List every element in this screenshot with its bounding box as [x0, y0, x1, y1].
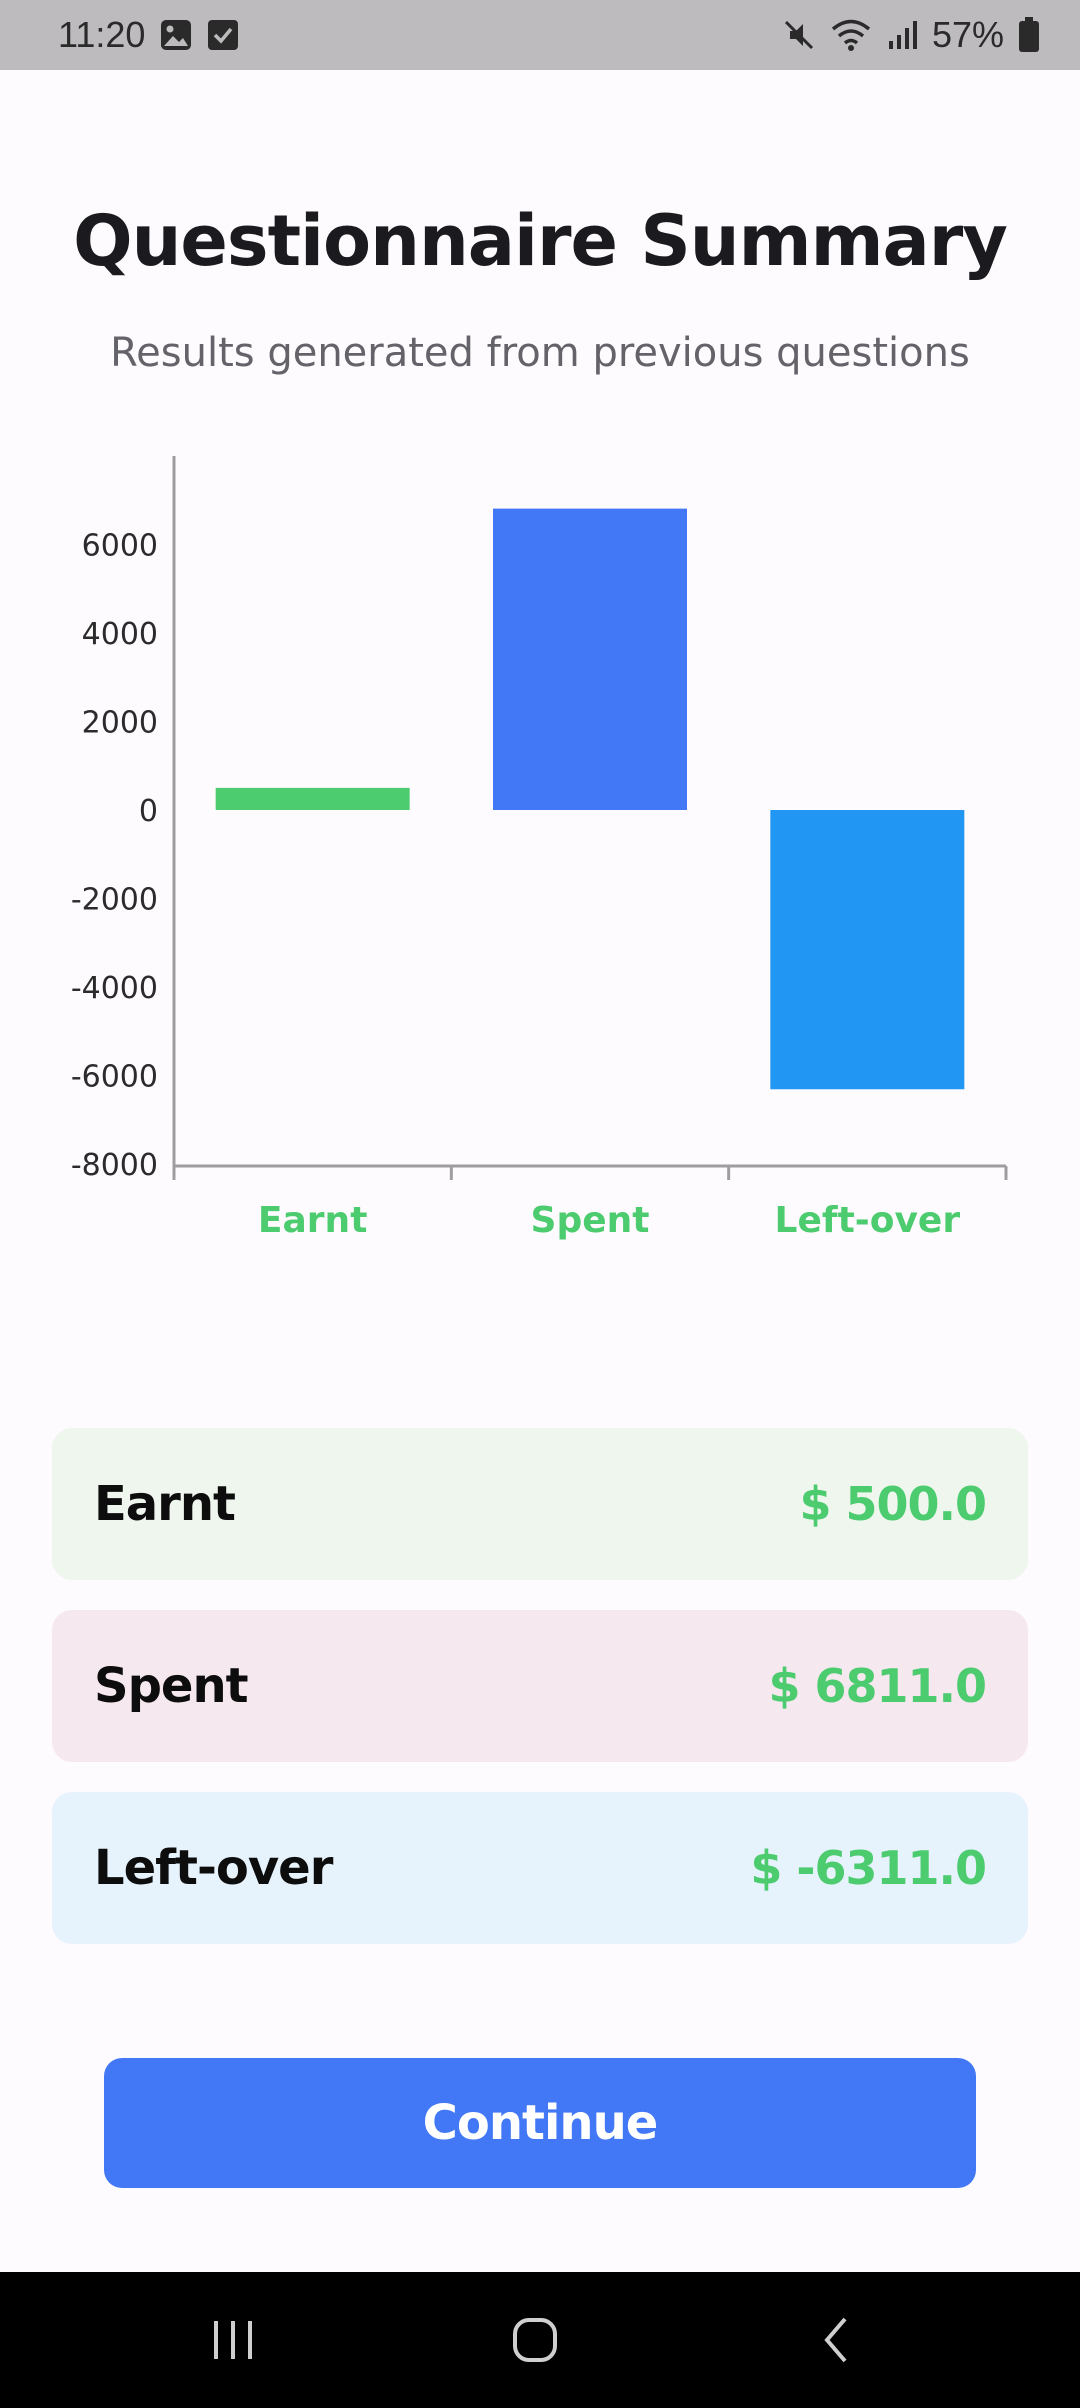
y-tick-label: -2000	[71, 883, 158, 918]
y-tick-label: 4000	[82, 617, 158, 652]
bar-left-over	[770, 810, 965, 1090]
earnt-card: Earnt $ 500.0	[52, 1428, 1028, 1580]
wifi-icon	[830, 18, 872, 52]
y-tick-label: 6000	[82, 529, 158, 564]
continue-button[interactable]: Continue	[104, 2058, 976, 2188]
back-button[interactable]	[758, 2272, 918, 2408]
home-icon	[513, 2318, 557, 2362]
x-tick-label: Left-over	[775, 1200, 961, 1241]
checkbox-icon	[207, 19, 239, 51]
x-tick-label: Earnt	[258, 1200, 367, 1241]
y-axis-ticks: 6000 4000 2000 0 -2000 -4000 -6000 -8000	[71, 529, 158, 1184]
home-button[interactable]	[455, 2272, 615, 2408]
x-tick-label: Spent	[531, 1200, 650, 1241]
spent-card: Spent $ 6811.0	[52, 1610, 1028, 1762]
summary-bar-chart: 6000 4000 2000 0 -2000 -4000 -6000 -8000 Earnt S…	[71, 456, 1008, 1241]
status-right: 57%	[782, 14, 1040, 56]
recent-apps-button[interactable]	[153, 2272, 313, 2408]
y-tick-label: -8000	[71, 1148, 158, 1183]
bars	[215, 508, 1008, 1180]
y-tick-label: 0	[139, 794, 158, 829]
signal-icon	[886, 19, 918, 51]
status-left: 11:20	[58, 14, 239, 56]
left-over-label: Left-over	[94, 1840, 333, 1896]
system-nav-bar	[0, 2272, 1080, 2408]
page-title: Questionnaire Summary	[73, 200, 1008, 282]
page-subtitle: Results generated from previous question…	[110, 330, 970, 376]
spent-label: Spent	[94, 1658, 249, 1714]
earnt-value: $ 500.0	[799, 1477, 987, 1531]
battery-percent: 57%	[931, 14, 1004, 55]
x-axis-labels: Earnt Spent Left-over	[258, 1200, 960, 1241]
left-over-value: $ -6311.0	[750, 1841, 987, 1895]
status-time: 11:20	[58, 14, 146, 55]
status-bar: 11:20 57%	[0, 0, 1080, 70]
bar-earnt	[215, 787, 410, 810]
y-tick-label: -4000	[71, 971, 158, 1006]
y-tick-label: -6000	[71, 1060, 158, 1095]
mute-icon	[782, 18, 816, 52]
image-icon	[159, 18, 193, 52]
y-tick-label: 2000	[82, 706, 158, 741]
battery-icon	[1018, 17, 1040, 53]
back-icon	[824, 2317, 847, 2363]
left-over-card: Left-over $ -6311.0	[52, 1792, 1028, 1944]
spent-value: $ 6811.0	[768, 1659, 987, 1713]
recent-apps-icon	[214, 2321, 252, 2359]
earnt-label: Earnt	[94, 1476, 236, 1532]
bar-spent	[493, 508, 687, 810]
